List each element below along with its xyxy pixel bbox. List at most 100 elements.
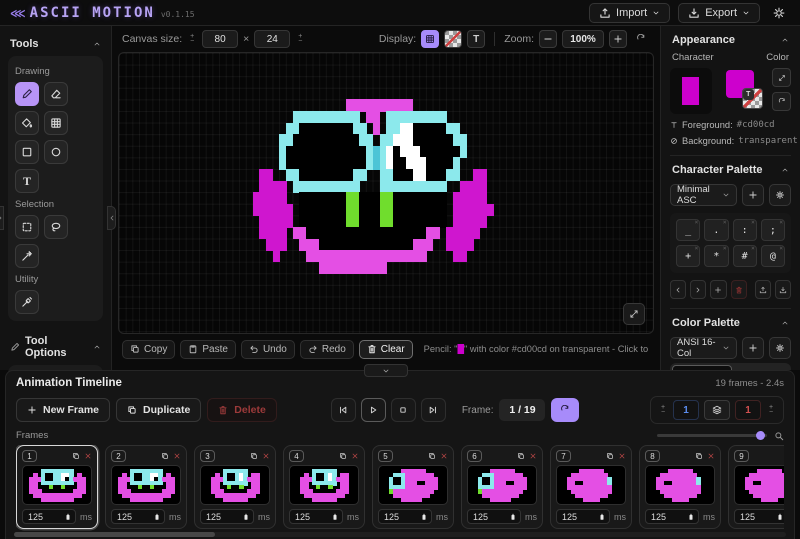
tool-lasso-button[interactable] bbox=[44, 215, 68, 239]
tool-select-button[interactable] bbox=[15, 215, 39, 239]
frame-duration-input[interactable]: 125 bbox=[645, 509, 699, 524]
frame-duration-input[interactable]: 125 bbox=[556, 509, 610, 524]
frame-duration-input[interactable]: 125 bbox=[467, 509, 521, 524]
delete-frame-icon[interactable] bbox=[84, 452, 92, 460]
frame-card[interactable]: 3 125 ms bbox=[194, 445, 276, 529]
delete-frame-icon[interactable] bbox=[529, 452, 537, 460]
char-button[interactable]: ×@ bbox=[761, 245, 785, 267]
frame-duration-input[interactable]: 125 bbox=[378, 509, 432, 524]
new-frame-button[interactable]: New Frame bbox=[16, 398, 110, 422]
delete-frame-icon[interactable] bbox=[440, 452, 448, 460]
onion-prev-frames-input[interactable]: 1 bbox=[673, 400, 699, 420]
skip-end-button[interactable] bbox=[421, 398, 446, 422]
frame-card[interactable]: 4 125 ms bbox=[283, 445, 365, 529]
toggle-transparency-button[interactable] bbox=[444, 30, 462, 48]
frame-card[interactable]: 9 125 ms bbox=[728, 445, 784, 529]
onion-skin-toggle[interactable] bbox=[704, 400, 730, 420]
character-palette-header[interactable]: Character Palette bbox=[670, 164, 791, 180]
frame-card[interactable]: 1 125 ms bbox=[16, 445, 98, 529]
frame-card[interactable]: 5 125 ms bbox=[372, 445, 454, 529]
toggle-text-button[interactable]: T bbox=[467, 30, 485, 48]
prev-character-button[interactable] bbox=[670, 280, 686, 299]
width-stepper[interactable]: +− bbox=[187, 34, 197, 44]
onion-next-stepper[interactable]: +− bbox=[766, 405, 776, 415]
frame-thumbnail[interactable] bbox=[289, 465, 359, 505]
frame-duration-input[interactable]: 125 bbox=[734, 509, 784, 524]
char-button[interactable]: ×# bbox=[733, 245, 757, 267]
canvas-height-input[interactable]: 24 bbox=[254, 30, 290, 48]
import-palette-button[interactable] bbox=[775, 280, 791, 299]
color-palette-settings-button[interactable] bbox=[769, 337, 791, 359]
collapse-left-panel-handle[interactable] bbox=[107, 206, 116, 230]
fullscreen-canvas-button[interactable] bbox=[623, 303, 645, 325]
stop-button[interactable] bbox=[391, 398, 416, 422]
onion-prev-stepper[interactable]: +− bbox=[658, 405, 668, 415]
frame-card[interactable]: 6 125 ms bbox=[461, 445, 543, 529]
delete-frame-icon[interactable] bbox=[707, 452, 715, 460]
undo-button[interactable]: Undo bbox=[241, 340, 295, 359]
redo-button[interactable]: Redo bbox=[300, 340, 354, 359]
character-preview[interactable] bbox=[670, 68, 712, 114]
tool-rectangle-button[interactable] bbox=[15, 140, 39, 164]
char-button[interactable]: ×. bbox=[704, 219, 728, 241]
frame-thumbnail[interactable] bbox=[645, 465, 715, 505]
frame-thumbnail[interactable] bbox=[734, 465, 784, 505]
onion-next-frames-input[interactable]: 1 bbox=[735, 400, 761, 420]
clear-button[interactable]: Clear bbox=[359, 340, 413, 359]
toggle-grid-button[interactable] bbox=[421, 30, 439, 48]
frame-thumbnail[interactable] bbox=[200, 465, 270, 505]
frame-thumbnail[interactable] bbox=[467, 465, 537, 505]
delete-character-button[interactable] bbox=[731, 280, 747, 299]
tool-pencil-button[interactable] bbox=[15, 82, 39, 106]
frames-scrollbar[interactable] bbox=[14, 532, 786, 537]
tool-fill-button[interactable] bbox=[15, 111, 39, 135]
color-palette-select[interactable]: ANSI 16-Col bbox=[670, 337, 737, 359]
frame-thumbnail[interactable] bbox=[22, 465, 92, 505]
char-button[interactable]: ×+ bbox=[676, 245, 700, 267]
add-character-button[interactable] bbox=[710, 280, 726, 299]
export-button[interactable]: Export bbox=[678, 3, 760, 23]
next-character-button[interactable] bbox=[690, 280, 706, 299]
zoom-out-button[interactable] bbox=[539, 30, 557, 48]
delete-frame-button[interactable]: Delete bbox=[207, 398, 277, 422]
theme-toggle-button[interactable] bbox=[768, 3, 790, 23]
duplicate-frame-icon[interactable] bbox=[339, 452, 347, 460]
tool-eraser-button[interactable] bbox=[44, 82, 68, 106]
frame-duration-input[interactable]: 125 bbox=[22, 509, 76, 524]
slider-knob[interactable] bbox=[756, 431, 765, 440]
duplicate-frame-icon[interactable] bbox=[250, 452, 258, 460]
tool-ellipse-button[interactable] bbox=[44, 140, 68, 164]
duplicate-frame-icon[interactable] bbox=[161, 452, 169, 460]
add-character-palette-button[interactable] bbox=[742, 184, 764, 206]
character-palette-select[interactable]: Minimal ASC bbox=[670, 184, 737, 206]
frames-strip[interactable]: 1 125 ms 2 125 bbox=[16, 445, 784, 531]
duplicate-frame-icon[interactable] bbox=[428, 452, 436, 460]
delete-frame-icon[interactable] bbox=[173, 452, 181, 460]
duplicate-frame-icon[interactable] bbox=[606, 452, 614, 460]
skip-start-button[interactable] bbox=[331, 398, 356, 422]
tools-panel-header[interactable]: Tools bbox=[8, 34, 103, 54]
character-palette-settings-button[interactable] bbox=[769, 184, 791, 206]
delete-frame-icon[interactable] bbox=[351, 452, 359, 460]
scrollbar-thumb[interactable] bbox=[14, 532, 215, 537]
import-button[interactable]: Import bbox=[589, 3, 670, 23]
frame-thumbnail[interactable] bbox=[556, 465, 626, 505]
duplicate-frame-icon[interactable] bbox=[695, 452, 703, 460]
delete-frame-icon[interactable] bbox=[618, 452, 626, 460]
copy-button[interactable]: Copy bbox=[122, 340, 175, 359]
zoom-reset-button[interactable] bbox=[632, 30, 650, 48]
frame-duration-input[interactable]: 125 bbox=[111, 509, 165, 524]
collapse-timeline-handle[interactable] bbox=[364, 364, 408, 377]
export-palette-button[interactable] bbox=[755, 280, 771, 299]
frame-thumbnail[interactable] bbox=[111, 465, 181, 505]
color-palette-header[interactable]: Color Palette bbox=[670, 317, 791, 333]
frame-card[interactable]: 7 125 ms bbox=[550, 445, 632, 529]
drawing-canvas[interactable] bbox=[118, 52, 654, 334]
frame-thumbnail[interactable] bbox=[378, 465, 448, 505]
height-stepper[interactable]: +− bbox=[295, 34, 305, 44]
tool-eyedropper-button[interactable] bbox=[15, 290, 39, 314]
tool-wand-button[interactable] bbox=[15, 244, 39, 268]
char-button[interactable]: ×; bbox=[761, 219, 785, 241]
paste-button[interactable]: Paste bbox=[180, 340, 236, 359]
duplicate-frame-icon[interactable] bbox=[517, 452, 525, 460]
